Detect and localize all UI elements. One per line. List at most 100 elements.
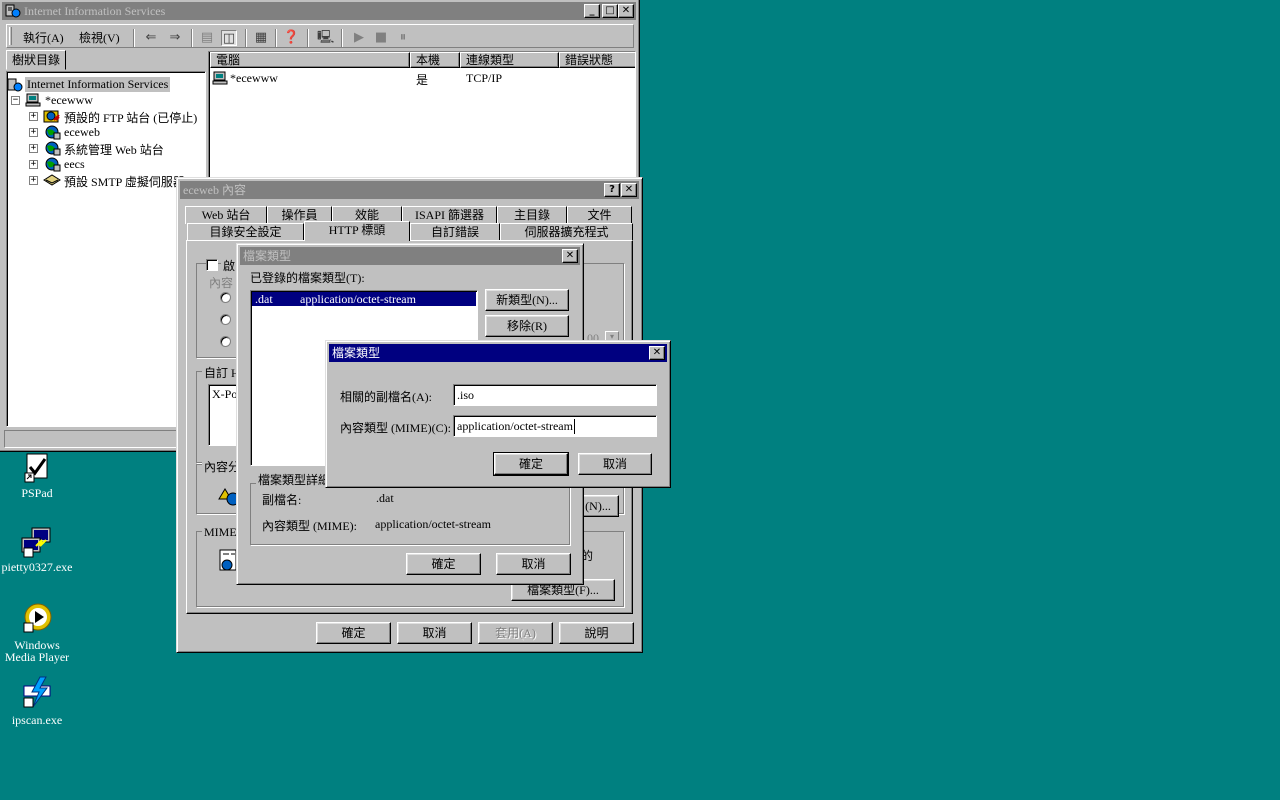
ok-button[interactable]: 確定 — [493, 452, 569, 476]
column-header-computer[interactable]: 電腦 — [210, 52, 410, 68]
ok-button[interactable]: 確定 — [406, 553, 481, 575]
tab-documents[interactable]: 文件 — [567, 206, 632, 224]
mime-type-input[interactable]: application/octet-stream — [453, 415, 657, 437]
web-site-icon — [45, 157, 61, 172]
toolbar-separator — [341, 29, 343, 47]
forward-arrow-icon[interactable]: ⇒ — [167, 30, 183, 46]
help-button[interactable]: 說明 — [559, 622, 634, 644]
radio-option[interactable] — [220, 314, 231, 325]
ftp-site-icon — [43, 110, 60, 123]
export-list-icon[interactable]: ▦ — [253, 30, 269, 46]
extension-input[interactable]: .iso — [453, 384, 657, 406]
tab-home-directory[interactable]: 主目錄 — [497, 206, 567, 224]
list-item[interactable]: .dat application/octet-stream — [252, 292, 476, 306]
close-button[interactable]: ✕ — [618, 4, 634, 18]
tree-tab[interactable]: 樹狀目錄 — [6, 50, 66, 70]
cancel-label: 取消 — [602, 457, 627, 471]
new-type-button[interactable]: 新類型(N)... — [485, 289, 569, 311]
tree-tab-label: 樹狀目錄 — [11, 53, 60, 67]
close-button[interactable]: ✕ — [621, 183, 637, 197]
tab-label: ISAPI 篩選器 — [414, 208, 484, 222]
column-header-connection[interactable]: 連線類型 — [460, 52, 559, 68]
desktop-icon-pspad[interactable]: PSPad — [0, 451, 77, 499]
expand-icon[interactable]: + — [29, 112, 38, 121]
tab-label: 效能 — [354, 208, 379, 222]
show-tree-icon[interactable]: ◫ — [221, 30, 237, 46]
menu-action[interactable]: 執行(A) — [23, 29, 64, 46]
tree-item[interactable]: 預設的 FTP 站台 (已停止) — [64, 109, 197, 126]
custom-http-value: X-Po — [212, 387, 238, 401]
play-icon[interactable]: ▶ — [351, 30, 367, 46]
enable-expiration-checkbox[interactable] — [206, 259, 218, 271]
new-file-type-title: 檔案類型 — [332, 346, 381, 360]
close-button[interactable]: ✕ — [649, 346, 665, 360]
toolbar-separator — [275, 29, 277, 47]
tab-http-headers[interactable]: HTTP 標頭 — [304, 221, 410, 241]
iis-title: Internet Information Services — [24, 4, 166, 18]
tree-item[interactable]: 預設 SMTP 虛擬伺服器 — [64, 173, 185, 190]
collapse-icon[interactable]: − — [11, 96, 20, 105]
maximize-button[interactable]: □ — [602, 4, 618, 18]
iis-title-bar[interactable]: Internet Information Services _ □ ✕ — [2, 2, 636, 20]
close-button[interactable]: ✕ — [562, 249, 578, 263]
tree-item[interactable]: eecs — [64, 157, 85, 172]
desktop-icon-label: ipscan.exe — [11, 713, 63, 727]
desktop-icon-label: pietty0327.exe — [1, 560, 73, 574]
properties-title-bar[interactable]: eceweb 內容 ? ✕ — [180, 181, 639, 199]
ok-button[interactable]: 確定 — [316, 622, 391, 644]
radio-option[interactable] — [220, 292, 231, 303]
desktop-icon-media-player[interactable]: Windows Media Player — [0, 601, 77, 663]
table-row[interactable]: *ecewww 是 TCP/IP — [210, 70, 630, 87]
column-header-local[interactable]: 本機 — [410, 52, 460, 68]
tree-root-label[interactable]: Internet Information Services — [25, 77, 171, 92]
file-types-title-bar[interactable]: 檔案類型 ✕ — [240, 247, 580, 265]
up-folder-icon[interactable]: ▤ — [199, 30, 215, 46]
tab-custom-errors[interactable]: 自訂錯誤 — [410, 223, 500, 241]
cancel-button[interactable]: 取消 — [578, 453, 652, 475]
apply-button[interactable]: 套用(A) — [478, 622, 553, 644]
pause-icon[interactable]: ⏸ — [395, 30, 411, 46]
tree-server-label[interactable]: *ecewww — [45, 93, 93, 108]
new-file-type-title-bar[interactable]: 檔案類型 ✕ — [329, 344, 667, 362]
expand-icon[interactable]: + — [29, 176, 38, 185]
enable-expiration-label: 啟 — [221, 257, 238, 274]
computer-icon[interactable]: 🖳 — [317, 30, 334, 46]
column-header-error[interactable]: 錯誤狀態 — [559, 52, 635, 68]
expand-icon[interactable]: + — [29, 160, 38, 169]
radio-option[interactable] — [220, 336, 231, 347]
web-site-icon — [45, 141, 61, 156]
mime-type-label: 內容類型 (MIME)(C): — [340, 421, 451, 435]
expand-icon[interactable]: + — [29, 128, 38, 137]
remove-button[interactable]: 移除(R) — [485, 315, 569, 337]
desktop-icon-ipscan[interactable]: ipscan.exe — [0, 676, 77, 726]
menu-view[interactable]: 檢視(V) — [79, 29, 120, 46]
back-arrow-icon[interactable]: ⇐ — [143, 30, 159, 46]
new-type-label: 新類型(N)... — [496, 293, 558, 307]
cancel-button[interactable]: 取消 — [496, 553, 571, 575]
toolbar: 執行(A) 檢視(V) ⇐ ⇒ ▤ ◫ ▦ ❓ 🖳 ▶ ■ ⏸ — [6, 24, 634, 48]
file-type-details-label: 檔案類型詳細 — [256, 471, 333, 488]
tab-label: 主目錄 — [513, 208, 550, 222]
stop-icon[interactable]: ■ — [373, 30, 389, 46]
content-label: 內容 — [209, 276, 234, 290]
help-icon[interactable]: ❓ — [283, 30, 299, 46]
tree-item[interactable]: 系統管理 Web 站台 — [64, 141, 164, 158]
minimize-button[interactable]: _ — [584, 4, 600, 18]
tab-web-site[interactable]: Web 站台 — [185, 206, 267, 224]
tree-item[interactable]: eceweb — [64, 125, 100, 140]
tab-isapi-filters[interactable]: ISAPI 篩選器 — [402, 206, 497, 224]
tab-label: 目錄安全設定 — [209, 225, 282, 239]
help-button[interactable]: ? — [604, 183, 620, 197]
tab-directory-security[interactable]: 目錄安全設定 — [187, 223, 304, 241]
computer-icon — [212, 71, 228, 85]
tab-label: Web 站台 — [201, 208, 251, 222]
cancel-label: 取消 — [521, 557, 546, 571]
tab-server-extensions[interactable]: 伺服器擴充程式 — [500, 223, 633, 241]
iis-app-icon — [5, 4, 21, 18]
cancel-button[interactable]: 取消 — [397, 622, 472, 644]
expand-icon[interactable]: + — [29, 144, 38, 153]
desktop-icon-pietty[interactable]: pietty0327.exe — [0, 526, 77, 573]
row-connection: TCP/IP — [466, 71, 503, 85]
media-player-icon — [23, 603, 52, 633]
new-file-type-dialog: 檔案類型 ✕ 相關的副檔名(A): .iso 內容類型 (MIME)(C): a… — [325, 340, 671, 488]
